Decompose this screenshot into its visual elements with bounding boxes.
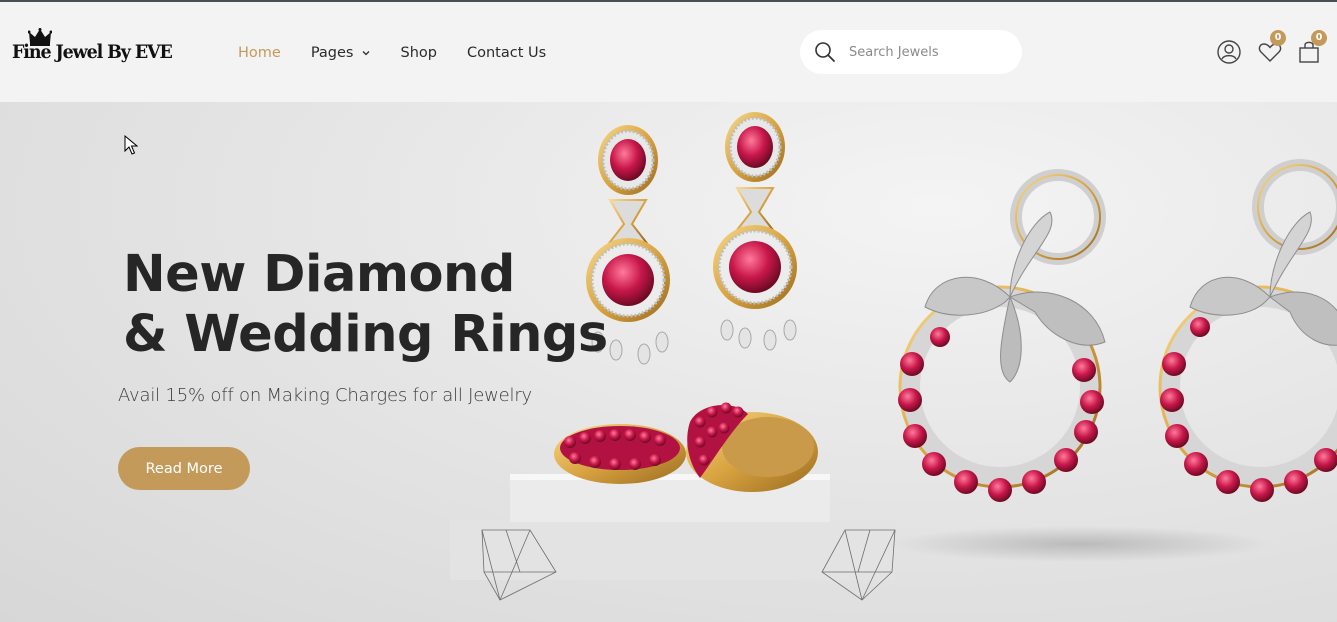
- nav-label: Shop: [400, 45, 437, 61]
- nav-label: Contact Us: [466, 45, 547, 61]
- wishlist-button[interactable]: 0: [1257, 30, 1286, 65]
- search-input[interactable]: [849, 41, 1009, 63]
- mouse-cursor-icon: [124, 135, 138, 155]
- cart-count-badge: 0: [1311, 30, 1327, 46]
- nav-item-home[interactable]: Home: [238, 45, 281, 61]
- chevron-down-icon: [362, 51, 369, 56]
- search-icon[interactable]: [814, 41, 836, 63]
- read-more-button[interactable]: Read More: [118, 447, 250, 490]
- nav-item-pages[interactable]: Pages: [311, 45, 371, 61]
- hero-title: New Diamond & Wedding Rings: [123, 245, 608, 364]
- search-box: [800, 30, 1022, 74]
- wishlist-count-badge: 0: [1270, 30, 1286, 46]
- site-header: Fine Jewel By EVE Home Pages Shop Contac…: [0, 2, 1337, 102]
- nav-item-contact[interactable]: Contact Us: [467, 45, 546, 61]
- account-button[interactable]: [1216, 39, 1242, 65]
- nav-item-shop[interactable]: Shop: [401, 45, 437, 61]
- hero-banner: New Diamond & Wedding Rings Avail 15% of…: [0, 102, 1337, 622]
- logo-text: Fine Jewel By EVE: [12, 41, 173, 63]
- nav-label: Pages: [310, 45, 354, 61]
- cart-button[interactable]: 0: [1296, 30, 1327, 65]
- nav-label: Home: [238, 45, 281, 61]
- hero-subtitle: Avail 15% off on Making Charges for all …: [118, 385, 532, 406]
- user-circle-icon: [1217, 40, 1241, 64]
- site-logo[interactable]: Fine Jewel By EVE: [12, 28, 182, 72]
- main-nav: Home Pages Shop Contact Us: [238, 42, 576, 64]
